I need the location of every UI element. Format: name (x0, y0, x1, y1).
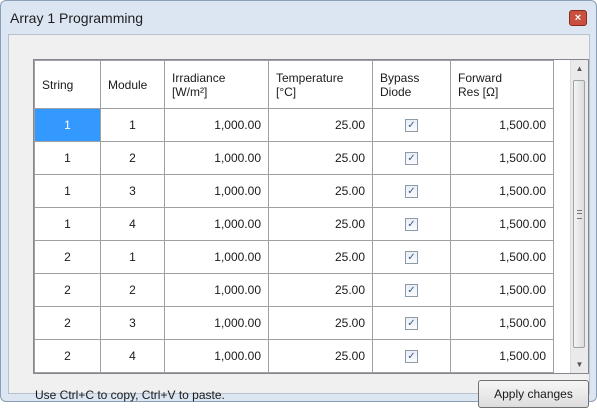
close-icon: × (574, 12, 582, 24)
cell-bypass-diode[interactable]: ✓ (372, 207, 451, 241)
cell-temperature[interactable]: 25.00 (268, 240, 373, 274)
cell-string[interactable]: 1 (34, 108, 101, 142)
bypass-diode-checkbox[interactable]: ✓ (405, 251, 418, 265)
dialog-client-area: String Module Irradiance [W/m²] Temperatu… (8, 34, 590, 408)
cell-string[interactable]: 1 (34, 174, 101, 208)
cell-module[interactable]: 1 (100, 108, 165, 142)
cell-module[interactable]: 4 (100, 207, 165, 241)
copy-paste-hint: Use Ctrl+C to copy, Ctrl+V to paste. (35, 388, 225, 402)
module-grid: String Module Irradiance [W/m²] Temperatu… (33, 59, 589, 374)
window-title: Array 1 Programming (10, 10, 144, 26)
module-table: String Module Irradiance [W/m²] Temperatu… (34, 60, 554, 373)
apply-changes-button[interactable]: Apply changes (478, 380, 589, 408)
column-header-temperature[interactable]: Temperature [°C] (268, 60, 373, 109)
cell-temperature[interactable]: 25.00 (268, 108, 373, 142)
title-bar[interactable]: Array 1 Programming × (1, 1, 596, 35)
cell-forward-res[interactable]: 1,500.00 (450, 141, 554, 175)
cell-irradiance[interactable]: 1,000.00 (164, 108, 269, 142)
cell-forward-res[interactable]: 1,500.00 (450, 174, 554, 208)
cell-bypass-diode[interactable]: ✓ (372, 174, 451, 208)
column-header-irradiance[interactable]: Irradiance [W/m²] (164, 60, 269, 109)
cell-bypass-diode[interactable]: ✓ (372, 141, 451, 175)
bypass-diode-checkbox[interactable]: ✓ (405, 350, 418, 364)
table-row[interactable]: 2 1 1,000.00 25.00 ✓ 1,500.00 (34, 240, 554, 274)
cell-string[interactable]: 2 (34, 306, 101, 340)
column-header-module[interactable]: Module (100, 60, 165, 109)
table-row[interactable]: 2 3 1,000.00 25.00 ✓ 1,500.00 (34, 306, 554, 340)
cell-forward-res[interactable]: 1,500.00 (450, 273, 554, 307)
cell-string[interactable]: 2 (34, 240, 101, 274)
bypass-diode-checkbox[interactable]: ✓ (405, 185, 418, 199)
scrollbar-thumb[interactable] (573, 80, 585, 348)
cell-bypass-diode[interactable]: ✓ (372, 240, 451, 274)
cell-irradiance[interactable]: 1,000.00 (164, 207, 269, 241)
bypass-diode-checkbox[interactable]: ✓ (405, 284, 418, 298)
table-row[interactable]: 2 4 1,000.00 25.00 ✓ 1,500.00 (34, 339, 554, 373)
cell-string[interactable]: 1 (34, 207, 101, 241)
column-header-string[interactable]: String (34, 60, 101, 109)
cell-temperature[interactable]: 25.00 (268, 141, 373, 175)
table-row[interactable]: 1 1 1,000.00 25.00 ✓ 1,500.00 (34, 108, 554, 142)
cell-module[interactable]: 4 (100, 339, 165, 373)
cell-irradiance[interactable]: 1,000.00 (164, 306, 269, 340)
cell-bypass-diode[interactable]: ✓ (372, 306, 451, 340)
cell-temperature[interactable]: 25.00 (268, 273, 373, 307)
cell-temperature[interactable]: 25.00 (268, 306, 373, 340)
cell-temperature[interactable]: 25.00 (268, 339, 373, 373)
cell-forward-res[interactable]: 1,500.00 (450, 339, 554, 373)
cell-bypass-diode[interactable]: ✓ (372, 108, 451, 142)
cell-forward-res[interactable]: 1,500.00 (450, 240, 554, 274)
bypass-diode-checkbox[interactable]: ✓ (405, 317, 418, 331)
cell-string[interactable]: 2 (34, 273, 101, 307)
cell-irradiance[interactable]: 1,000.00 (164, 174, 269, 208)
grip-icon (577, 210, 582, 219)
scroll-down-icon[interactable]: ▼ (571, 356, 588, 373)
cell-string[interactable]: 1 (34, 141, 101, 175)
cell-temperature[interactable]: 25.00 (268, 174, 373, 208)
scroll-up-icon[interactable]: ▲ (571, 60, 588, 77)
cell-forward-res[interactable]: 1,500.00 (450, 207, 554, 241)
array-programming-window: Array 1 Programming × String Module Irra… (0, 0, 597, 408)
cell-irradiance[interactable]: 1,000.00 (164, 240, 269, 274)
cell-string[interactable]: 2 (34, 339, 101, 373)
table-row[interactable]: 2 2 1,000.00 25.00 ✓ 1,500.00 (34, 273, 554, 307)
table-body: 1 1 1,000.00 25.00 ✓ 1,500.00 1 2 1,000.00 25.00 ✓… (34, 108, 554, 373)
close-button[interactable]: × (569, 10, 587, 26)
bypass-diode-checkbox[interactable]: ✓ (405, 119, 418, 133)
cell-irradiance[interactable]: 1,000.00 (164, 141, 269, 175)
cell-module[interactable]: 2 (100, 273, 165, 307)
cell-module[interactable]: 3 (100, 174, 165, 208)
cell-temperature[interactable]: 25.00 (268, 207, 373, 241)
cell-forward-res[interactable]: 1,500.00 (450, 108, 554, 142)
bypass-diode-checkbox[interactable]: ✓ (405, 218, 418, 232)
column-header-forward-res[interactable]: Forward Res [Ω] (450, 60, 554, 109)
vertical-scrollbar[interactable]: ▲ ▼ (570, 60, 588, 373)
cell-bypass-diode[interactable]: ✓ (372, 339, 451, 373)
table-row[interactable]: 1 4 1,000.00 25.00 ✓ 1,500.00 (34, 207, 554, 241)
cell-module[interactable]: 1 (100, 240, 165, 274)
cell-forward-res[interactable]: 1,500.00 (450, 306, 554, 340)
cell-module[interactable]: 3 (100, 306, 165, 340)
cell-bypass-diode[interactable]: ✓ (372, 273, 451, 307)
table-header-row: String Module Irradiance [W/m²] Temperatu… (34, 60, 554, 109)
column-header-bypass-diode[interactable]: Bypass Diode (372, 60, 451, 109)
cell-irradiance[interactable]: 1,000.00 (164, 273, 269, 307)
cell-irradiance[interactable]: 1,000.00 (164, 339, 269, 373)
table-row[interactable]: 1 2 1,000.00 25.00 ✓ 1,500.00 (34, 141, 554, 175)
bypass-diode-checkbox[interactable]: ✓ (405, 152, 418, 166)
table-row[interactable]: 1 3 1,000.00 25.00 ✓ 1,500.00 (34, 174, 554, 208)
cell-module[interactable]: 2 (100, 141, 165, 175)
